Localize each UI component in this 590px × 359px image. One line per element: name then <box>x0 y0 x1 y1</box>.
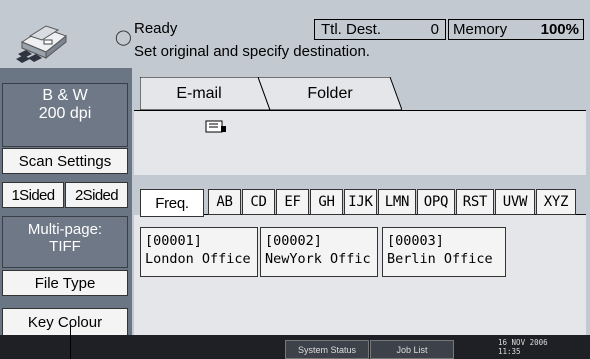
memory-label: Memory <box>453 21 508 38</box>
job-list-button[interactable]: Job List <box>370 340 454 359</box>
file-type-line1: Multi-page: <box>27 221 103 238</box>
index-tab-xyz[interactable]: XYZ <box>536 189 576 215</box>
index-tab-opq[interactable]: OPQ <box>417 189 455 215</box>
index-tab-gh[interactable]: GH <box>310 189 343 215</box>
total-destinations-box: Ttl. Dest. 0 <box>314 19 446 40</box>
total-destinations-value: 0 <box>430 21 439 38</box>
index-tab-ef[interactable]: EF <box>276 189 309 215</box>
status-text: Ready <box>134 20 178 37</box>
time-label: 11:35 <box>498 347 521 356</box>
file-type-line2: TIFF <box>49 238 81 255</box>
destination-button[interactable]: [00003] Berlin Office <box>382 227 506 277</box>
index-tab-lmn[interactable]: LMN <box>378 189 416 215</box>
destination-id: [00003] <box>387 233 444 249</box>
machine-logo-icon <box>16 25 68 63</box>
index-tab-rst[interactable]: RST <box>456 189 494 215</box>
index-tab-ab[interactable]: AB <box>208 189 241 215</box>
scan-settings-button[interactable]: Scan Settings <box>2 148 128 174</box>
index-tab-ijk[interactable]: IJK <box>344 189 377 215</box>
file-type-display[interactable]: Multi-page: TIFF <box>2 216 128 268</box>
destination-id: [00001] <box>145 233 202 249</box>
destination-tabs: E-mail Folder <box>134 77 586 111</box>
memory-value: 100% <box>540 21 579 38</box>
tab-folder-label: Folder <box>307 85 353 102</box>
color-mode-label: B & W <box>42 87 88 104</box>
destination-button[interactable]: [00001] London Office <box>140 227 258 277</box>
tab-email[interactable]: E-mail <box>140 77 270 111</box>
tab-email-label: E-mail <box>176 85 222 102</box>
callout-line <box>70 326 71 359</box>
tab-folder[interactable]: Folder <box>258 77 402 111</box>
file-type-button[interactable]: File Type <box>2 270 128 296</box>
destination-entry-panel <box>134 110 586 175</box>
envelope-icon[interactable] <box>205 120 227 134</box>
memory-box: Memory 100% <box>448 19 584 40</box>
date-time: 16 NOV 2006 11:35 <box>498 338 548 356</box>
index-tab-freq[interactable]: Freq. <box>140 189 204 217</box>
index-tab-cd[interactable]: CD <box>242 189 275 215</box>
index-tab-uvw[interactable]: UVW <box>495 189 535 215</box>
logo-area: ◯ <box>0 0 132 68</box>
system-status-button[interactable]: System Status <box>285 340 369 359</box>
date-label: 16 NOV 2006 <box>498 338 548 347</box>
key-colour-button[interactable]: Key Colour <box>2 308 128 336</box>
two-sided-button[interactable]: 2Sided <box>65 182 128 208</box>
destination-id: [00002] <box>265 233 322 249</box>
destination-name: NewYork Offic <box>265 251 371 267</box>
destination-name: Berlin Office <box>387 251 493 267</box>
destination-button[interactable]: [00002] NewYork Offic <box>260 227 378 277</box>
scan-mode-display[interactable]: B & W 200 dpi <box>2 83 128 147</box>
spinner-icon: ◯ <box>115 29 132 46</box>
status-message: Set original and specify destination. <box>134 43 370 60</box>
destination-name: London Office <box>145 251 251 267</box>
total-destinations-label: Ttl. Dest. <box>321 21 382 38</box>
one-sided-button[interactable]: 1Sided <box>2 182 64 208</box>
resolution-label: 200 dpi <box>38 105 92 122</box>
